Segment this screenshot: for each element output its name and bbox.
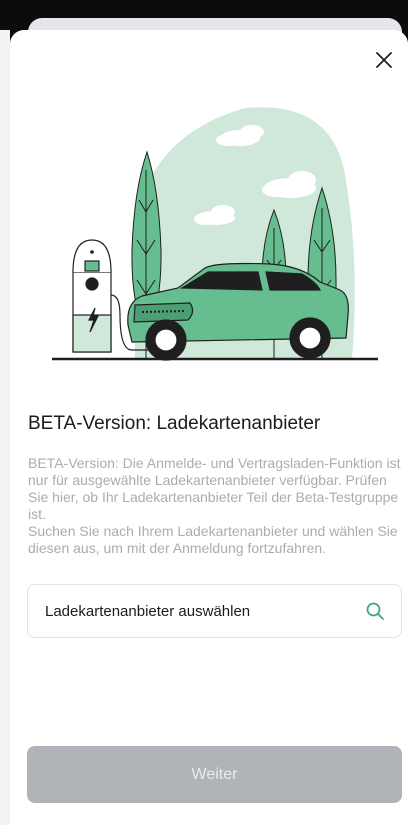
search-icon[interactable] xyxy=(365,601,385,621)
dialog-title: BETA-Version: Ladekartenanbieter xyxy=(28,413,321,434)
close-icon[interactable] xyxy=(372,48,396,72)
description-paragraph: Suchen Sie nach Ihrem Ladekartenanbieter… xyxy=(28,523,398,556)
charging-car-illustration xyxy=(52,107,378,361)
status-bar xyxy=(0,0,408,20)
dialog-description: BETA-Version: Die Anmelde- und Vertragsl… xyxy=(28,455,403,557)
search-field-label: Ladekartenanbieter auswählen xyxy=(45,603,251,620)
description-paragraph: BETA-Version: Die Anmelde- und Vertragsl… xyxy=(28,455,401,522)
provider-search-field[interactable]: Ladekartenanbieter auswählen xyxy=(27,584,402,638)
continue-button[interactable]: Weiter xyxy=(27,746,402,803)
left-gutter xyxy=(0,30,10,825)
